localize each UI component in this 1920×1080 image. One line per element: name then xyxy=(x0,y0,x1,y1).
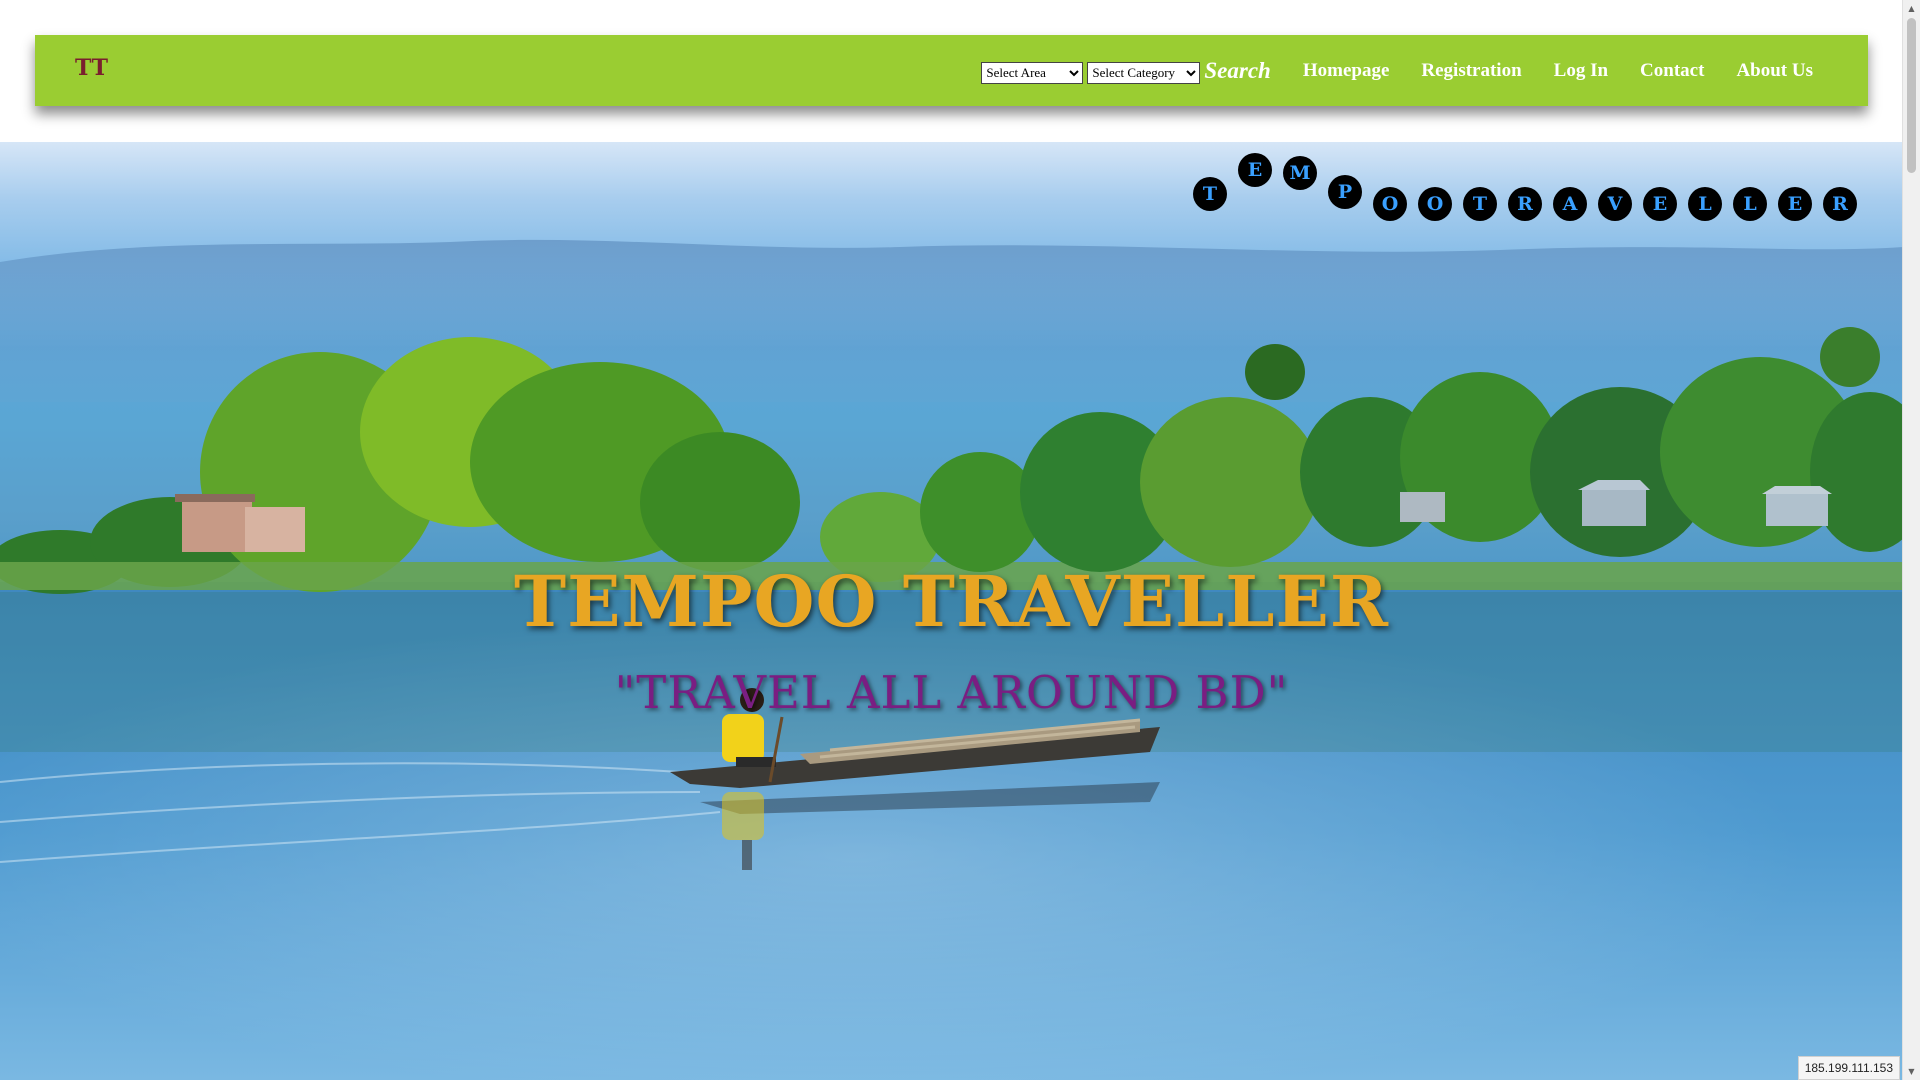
floating-letter: L xyxy=(1733,187,1767,221)
nav-link-login[interactable]: Log In xyxy=(1554,60,1608,82)
floating-letter: E xyxy=(1643,187,1677,221)
scroll-up-arrow-icon[interactable]: ▲ xyxy=(1903,0,1920,17)
floating-letter: O xyxy=(1373,187,1407,221)
nav-link-registration[interactable]: Registration xyxy=(1421,60,1521,82)
area-select[interactable]: Select Area xyxy=(981,61,1084,84)
vertical-scrollbar[interactable]: ▲ ▼ xyxy=(1902,0,1920,1080)
floating-letter: R xyxy=(1508,187,1542,221)
category-select[interactable]: Select Category xyxy=(1087,61,1201,84)
floating-letter: P xyxy=(1328,175,1362,209)
nav-link-contact[interactable]: Contact xyxy=(1640,60,1704,82)
hero-title: TEMPOO TRAVELLER xyxy=(513,560,1389,643)
floating-letter: M xyxy=(1283,156,1317,190)
nav-link-about-us[interactable]: About Us xyxy=(1736,60,1813,82)
nav-menu: Select Area Select Category Search Homep… xyxy=(981,35,1813,106)
floating-letter: T xyxy=(1193,177,1227,211)
top-navbar: TT Select Area Select Category Search Ho… xyxy=(35,35,1868,106)
brand-logo[interactable]: TT xyxy=(75,55,109,81)
floating-letter: L xyxy=(1688,187,1722,221)
floating-letter: O xyxy=(1418,187,1452,221)
scroll-thumb[interactable] xyxy=(1907,18,1916,173)
status-bar-url: 185.199.111.153 xyxy=(1797,1056,1900,1080)
floating-letter: V xyxy=(1598,187,1632,221)
floating-letters: T E M P O O T R A V E L L E R xyxy=(0,142,1903,262)
floating-letter: A xyxy=(1553,187,1587,221)
search-button[interactable]: Search xyxy=(1204,58,1270,84)
floating-letter: T xyxy=(1463,187,1497,221)
hero-tagline: "TRAVEL ALL AROUND BD" xyxy=(614,666,1289,719)
floating-letter: R xyxy=(1823,187,1857,221)
floating-letter: E xyxy=(1778,187,1812,221)
floating-letter: E xyxy=(1238,153,1272,187)
scroll-down-arrow-icon[interactable]: ▼ xyxy=(1903,1063,1920,1080)
nav-link-homepage[interactable]: Homepage xyxy=(1303,60,1390,82)
hero-section: T E M P O O T R A V E L L E R TEMPOO TRA… xyxy=(0,142,1903,1080)
page: TT Select Area Select Category Search Ho… xyxy=(0,0,1920,1080)
